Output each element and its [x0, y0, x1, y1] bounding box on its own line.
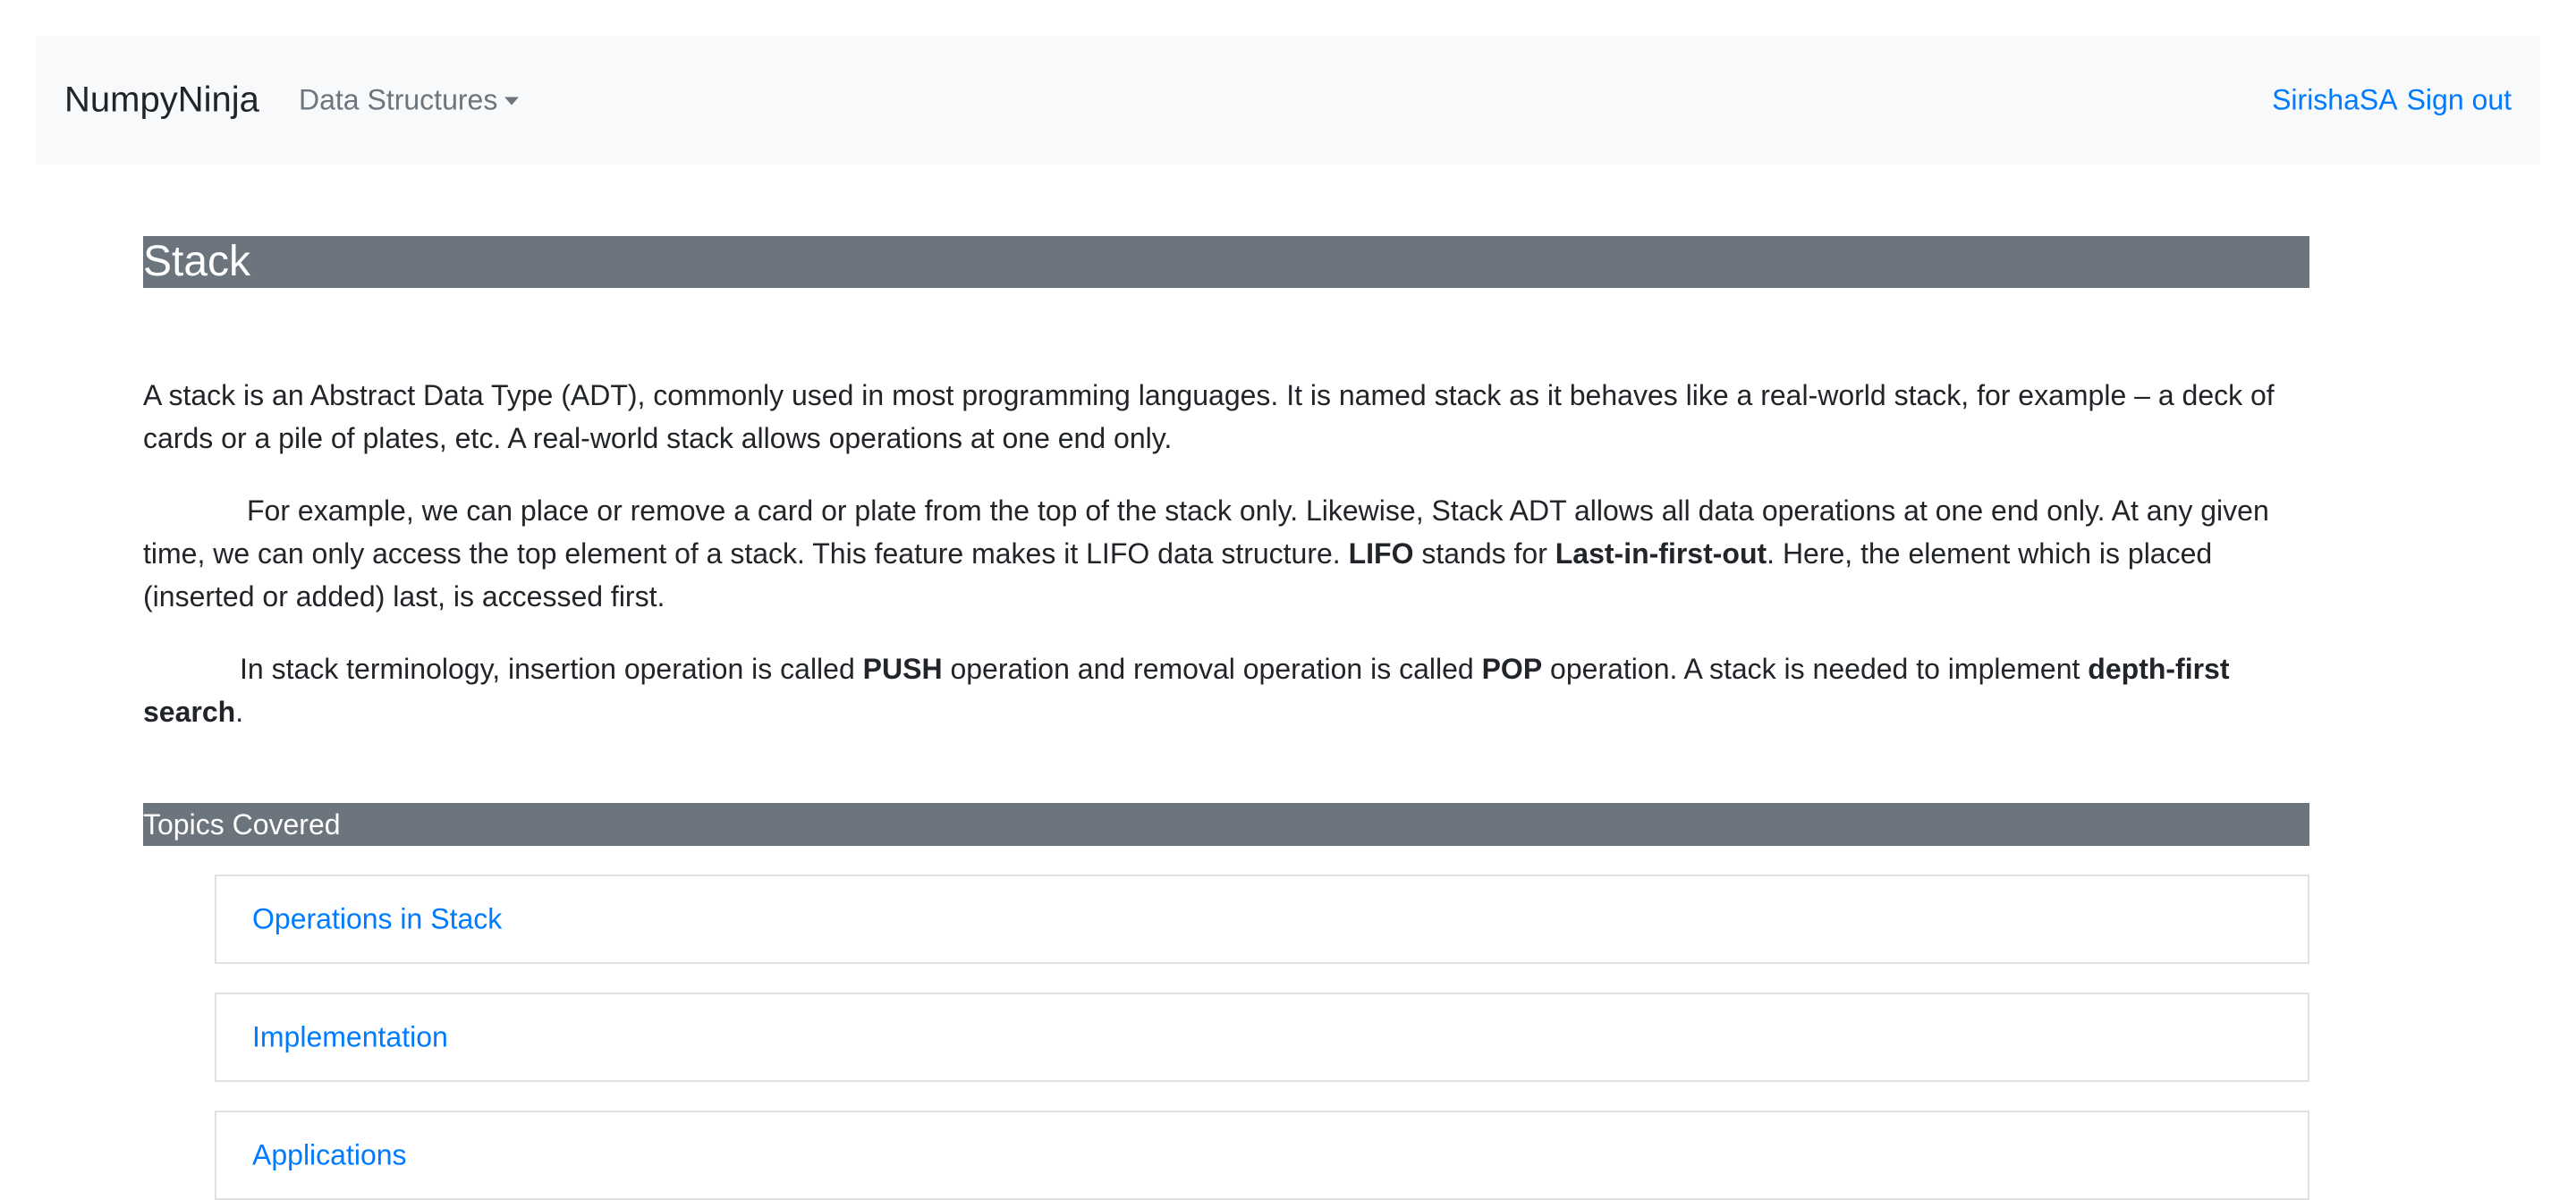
pop-term: POP: [1481, 653, 1543, 685]
user-nav: SirishaSA Sign out: [2272, 84, 2512, 117]
list-item: Implementation: [215, 993, 2309, 1082]
user-link[interactable]: SirishaSA: [2272, 84, 2398, 117]
push-term: PUSH: [862, 653, 943, 685]
caret-down-icon: [504, 97, 520, 106]
paragraph-lifo: For example, we can place or remove a ca…: [143, 494, 2269, 613]
topic-link-implementation[interactable]: Implementation: [252, 1021, 448, 1054]
content-body: A stack is an Abstract Data Type (ADT), …: [143, 374, 2309, 763]
page-title: Stack: [143, 236, 2309, 288]
topic-link-operations[interactable]: Operations in Stack: [252, 903, 502, 936]
dropdown-label: Data Structures: [299, 83, 498, 116]
brand-link[interactable]: NumpyNinja: [64, 80, 259, 121]
topic-link-applications[interactable]: Applications: [252, 1139, 407, 1172]
list-item: Operations in Stack: [215, 875, 2309, 964]
paragraph-intro: A stack is an Abstract Data Type (ADT), …: [143, 379, 2275, 454]
list-item: Applications: [215, 1111, 2309, 1200]
topics-heading: Topics Covered: [143, 803, 2309, 846]
paragraph-terminology: In stack terminology, insertion operatio…: [143, 653, 2230, 728]
navbar: NumpyNinja Data Structures SirishaSA Sig…: [36, 36, 2540, 165]
lifo-full-term: Last-in-first-out: [1555, 537, 1767, 570]
sign-out-link[interactable]: Sign out: [2407, 84, 2512, 117]
lifo-term: LIFO: [1348, 537, 1414, 570]
data-structures-dropdown[interactable]: Data Structures: [299, 83, 520, 117]
